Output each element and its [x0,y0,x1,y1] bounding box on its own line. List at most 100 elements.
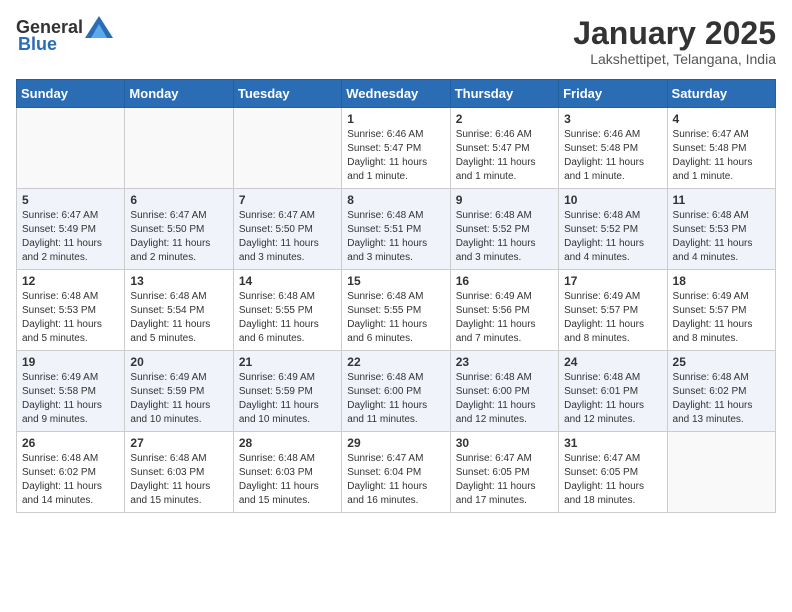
day-number: 30 [456,436,553,450]
day-info: Sunrise: 6:49 AM Sunset: 5:59 PM Dayligh… [239,371,336,427]
calendar-cell: 21 Sunrise: 6:49 AM Sunset: 5:59 PM Dayli… [233,351,341,432]
day-info: Sunrise: 6:46 AM Sunset: 5:47 PM Dayligh… [347,128,444,184]
location-title: Lakshettipet, Telangana, India [573,51,776,67]
day-number: 22 [347,355,444,369]
day-number: 10 [564,193,661,207]
calendar-week-row: 1Sunrise: 6:46 AM Sunset: 5:47 PM Daylig… [17,108,776,189]
calendar-cell: 25 Sunrise: 6:48 AM Sunset: 6:02 PM Dayli… [667,351,775,432]
calendar-cell: 12Sunrise: 6:48 AM Sunset: 5:53 PM Dayli… [17,270,125,351]
calendar-cell: 6Sunrise: 6:47 AM Sunset: 5:50 PM Daylig… [125,189,233,270]
day-number: 28 [239,436,336,450]
day-info: Sunrise: 6:49 AM Sunset: 5:57 PM Dayligh… [564,290,661,346]
calendar-cell: 10Sunrise: 6:48 AM Sunset: 5:52 PM Dayli… [559,189,667,270]
day-info: Sunrise: 6:49 AM Sunset: 5:59 PM Dayligh… [130,371,227,427]
calendar-cell: 31 Sunrise: 6:47 AM Sunset: 6:05 PM Dayli… [559,432,667,513]
day-number: 12 [22,274,119,288]
day-number: 29 [347,436,444,450]
calendar-table: SundayMondayTuesdayWednesdayThursdayFrid… [16,79,776,513]
day-number: 26 [22,436,119,450]
calendar-header-wednesday: Wednesday [342,80,450,108]
calendar-week-row: 26 Sunrise: 6:48 AM Sunset: 6:02 PM Dayli… [17,432,776,513]
day-number: 31 [564,436,661,450]
day-number: 4 [673,112,770,126]
calendar-header-sunday: Sunday [17,80,125,108]
logo: General Blue [16,16,113,55]
calendar-cell: 18Sunrise: 6:49 AM Sunset: 5:57 PM Dayli… [667,270,775,351]
day-info: Sunrise: 6:48 AM Sunset: 6:00 PM Dayligh… [347,371,444,427]
calendar-cell: 28 Sunrise: 6:48 AM Sunset: 6:03 PM Dayli… [233,432,341,513]
day-number: 27 [130,436,227,450]
day-info: Sunrise: 6:47 AM Sunset: 6:04 PM Dayligh… [347,452,444,508]
calendar-cell: 17 Sunrise: 6:49 AM Sunset: 5:57 PM Dayli… [559,270,667,351]
day-info: Sunrise: 6:48 AM Sunset: 6:01 PM Dayligh… [564,371,661,427]
logo-blue: Blue [18,34,57,55]
day-number: 3 [564,112,661,126]
calendar-header-saturday: Saturday [667,80,775,108]
day-number: 19 [22,355,119,369]
calendar-cell: 19 Sunrise: 6:49 AM Sunset: 5:58 PM Dayli… [17,351,125,432]
day-number: 21 [239,355,336,369]
day-info: Sunrise: 6:47 AM Sunset: 5:50 PM Dayligh… [239,209,336,265]
day-info: Sunrise: 6:48 AM Sunset: 5:53 PM Dayligh… [673,209,770,265]
calendar-cell: 23Sunrise: 6:48 AM Sunset: 6:00 PM Dayli… [450,351,558,432]
day-info: Sunrise: 6:48 AM Sunset: 6:03 PM Dayligh… [239,452,336,508]
calendar-cell: 16Sunrise: 6:49 AM Sunset: 5:56 PM Dayli… [450,270,558,351]
calendar-cell [125,108,233,189]
calendar-cell: 3 Sunrise: 6:46 AM Sunset: 5:48 PM Daylig… [559,108,667,189]
calendar-cell [667,432,775,513]
calendar-header-friday: Friday [559,80,667,108]
day-info: Sunrise: 6:46 AM Sunset: 5:48 PM Dayligh… [564,128,661,184]
calendar-header-monday: Monday [125,80,233,108]
day-number: 7 [239,193,336,207]
day-info: Sunrise: 6:48 AM Sunset: 6:00 PM Dayligh… [456,371,553,427]
day-info: Sunrise: 6:49 AM Sunset: 5:56 PM Dayligh… [456,290,553,346]
page-header: General Blue January 2025 Lakshettipet, … [16,16,776,67]
day-number: 25 [673,355,770,369]
calendar-cell: 30 Sunrise: 6:47 AM Sunset: 6:05 PM Dayli… [450,432,558,513]
day-info: Sunrise: 6:47 AM Sunset: 5:48 PM Dayligh… [673,128,770,184]
day-info: Sunrise: 6:47 AM Sunset: 6:05 PM Dayligh… [456,452,553,508]
title-block: January 2025 Lakshettipet, Telangana, In… [573,16,776,67]
day-info: Sunrise: 6:46 AM Sunset: 5:47 PM Dayligh… [456,128,553,184]
day-info: Sunrise: 6:47 AM Sunset: 6:05 PM Dayligh… [564,452,661,508]
calendar-cell: 5 Sunrise: 6:47 AM Sunset: 5:49 PM Daylig… [17,189,125,270]
day-info: Sunrise: 6:47 AM Sunset: 5:49 PM Dayligh… [22,209,119,265]
calendar-cell: 2 Sunrise: 6:46 AM Sunset: 5:47 PM Daylig… [450,108,558,189]
day-info: Sunrise: 6:48 AM Sunset: 6:03 PM Dayligh… [130,452,227,508]
day-info: Sunrise: 6:49 AM Sunset: 5:57 PM Dayligh… [673,290,770,346]
day-number: 15 [347,274,444,288]
logo-icon [85,16,113,38]
calendar-cell: 4 Sunrise: 6:47 AM Sunset: 5:48 PM Daylig… [667,108,775,189]
day-info: Sunrise: 6:48 AM Sunset: 5:55 PM Dayligh… [347,290,444,346]
day-number: 9 [456,193,553,207]
calendar-cell: 14Sunrise: 6:48 AM Sunset: 5:55 PM Dayli… [233,270,341,351]
calendar-cell: 13 Sunrise: 6:48 AM Sunset: 5:54 PM Dayli… [125,270,233,351]
calendar-header-tuesday: Tuesday [233,80,341,108]
day-info: Sunrise: 6:48 AM Sunset: 5:51 PM Dayligh… [347,209,444,265]
day-number: 14 [239,274,336,288]
calendar-week-row: 12Sunrise: 6:48 AM Sunset: 5:53 PM Dayli… [17,270,776,351]
day-info: Sunrise: 6:48 AM Sunset: 5:52 PM Dayligh… [456,209,553,265]
calendar-week-row: 19 Sunrise: 6:49 AM Sunset: 5:58 PM Dayli… [17,351,776,432]
calendar-cell: 7 Sunrise: 6:47 AM Sunset: 5:50 PM Daylig… [233,189,341,270]
calendar-cell [233,108,341,189]
day-number: 20 [130,355,227,369]
day-info: Sunrise: 6:48 AM Sunset: 6:02 PM Dayligh… [673,371,770,427]
day-info: Sunrise: 6:48 AM Sunset: 6:02 PM Dayligh… [22,452,119,508]
calendar-cell: 11 Sunrise: 6:48 AM Sunset: 5:53 PM Dayli… [667,189,775,270]
day-info: Sunrise: 6:48 AM Sunset: 5:54 PM Dayligh… [130,290,227,346]
calendar-cell: 8 Sunrise: 6:48 AM Sunset: 5:51 PM Daylig… [342,189,450,270]
day-number: 5 [22,193,119,207]
day-info: Sunrise: 6:49 AM Sunset: 5:58 PM Dayligh… [22,371,119,427]
calendar-cell [17,108,125,189]
day-number: 13 [130,274,227,288]
calendar-header-thursday: Thursday [450,80,558,108]
day-number: 11 [673,193,770,207]
day-number: 2 [456,112,553,126]
day-number: 8 [347,193,444,207]
calendar-cell: 15 Sunrise: 6:48 AM Sunset: 5:55 PM Dayli… [342,270,450,351]
calendar-cell: 27 Sunrise: 6:48 AM Sunset: 6:03 PM Dayli… [125,432,233,513]
day-number: 17 [564,274,661,288]
month-title: January 2025 [573,16,776,51]
calendar-cell: 1Sunrise: 6:46 AM Sunset: 5:47 PM Daylig… [342,108,450,189]
